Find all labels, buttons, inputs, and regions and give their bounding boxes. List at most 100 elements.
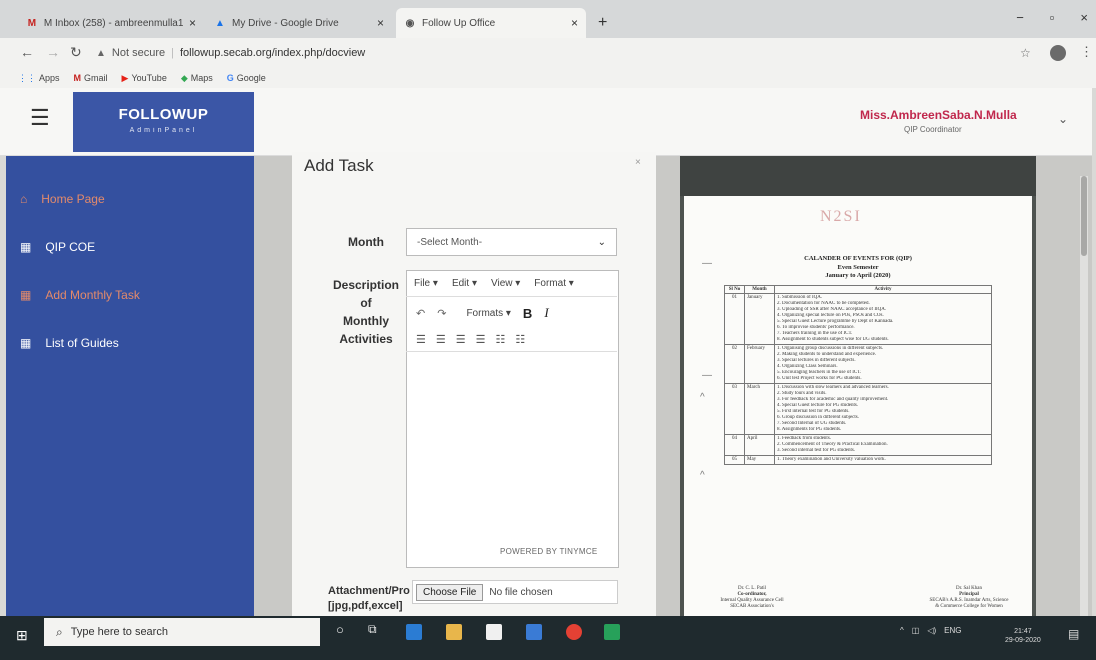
- sidebar-item-add-monthly-task[interactable]: ▦ Add Monthly Task: [20, 288, 140, 302]
- taskbar-search[interactable]: ⌕ Type here to search: [44, 618, 320, 646]
- activity-line: 6. Unit test Project works for PG studen…: [777, 376, 862, 381]
- editor-menu-file[interactable]: File ▾: [414, 278, 438, 289]
- user-name: Miss.AmbreenSaba.N.Mulla: [860, 108, 1017, 122]
- table-row: 04 April 1. Feedback from students. 2. Comm…: [724, 434, 992, 456]
- file-input[interactable]: Choose File No file chosen: [412, 580, 618, 604]
- gmail-icon: M: [27, 17, 37, 29]
- file-status: No file chosen: [489, 586, 553, 598]
- volume-icon[interactable]: ◁): [927, 626, 936, 635]
- bookmark-maps[interactable]: ◆ Maps: [181, 73, 213, 84]
- sidebar-item-label: List of Guides: [45, 336, 119, 350]
- notification-icon[interactable]: ▤: [1068, 627, 1079, 641]
- bookmark-apps[interactable]: ⋮⋮ Apps: [18, 73, 60, 84]
- forward-arrow-icon[interactable]: →: [46, 44, 60, 60]
- search-icon: ⌕: [56, 624, 63, 639]
- align-justify-icon[interactable]: ☰: [476, 333, 486, 346]
- table-row: 03 March 1. Discussion with slow learners …: [724, 383, 992, 435]
- close-tab-icon[interactable]: ×: [377, 16, 384, 30]
- formats-dropdown[interactable]: Formats ▾: [466, 308, 510, 319]
- month-select-value: -Select Month-: [417, 236, 483, 248]
- bookmark-gmail[interactable]: M Gmail: [74, 73, 108, 83]
- description-label: Description of Monthly Activities: [332, 278, 399, 346]
- editor-toolbar: ↶ ↷ Formats ▾ B I: [406, 300, 617, 326]
- undo-icon[interactable]: ↶: [416, 307, 425, 320]
- language-indicator[interactable]: ENG: [944, 626, 961, 635]
- chevron-down-icon[interactable]: ⌄: [1058, 112, 1068, 126]
- grid-icon: ▦: [20, 240, 32, 254]
- sidebar-item-label: Add Monthly Task: [45, 288, 140, 302]
- store-icon[interactable]: [486, 624, 502, 640]
- logo-subtitle: AdminPanel: [129, 127, 198, 134]
- bookmark-google[interactable]: G Google: [227, 73, 266, 83]
- maximize-icon[interactable]: ▫: [1050, 10, 1055, 25]
- back-arrow-icon[interactable]: ←: [20, 44, 34, 60]
- row-month: May: [744, 455, 775, 465]
- tab-drive[interactable]: ▲ My Drive - Google Drive ×: [206, 8, 392, 38]
- tab-gmail[interactable]: M M Inbox (258) - ambreenmulla11(0) ×: [18, 8, 204, 38]
- minimize-icon[interactable]: −: [1016, 10, 1024, 25]
- activity-line: 1. Theory examination and University val…: [777, 457, 886, 462]
- activity-line: 8. Assignment to students subject wise f…: [777, 337, 889, 342]
- apps-grid-icon: ⋮⋮: [18, 72, 36, 83]
- edge-icon[interactable]: [406, 624, 422, 640]
- sidebar-item-list-of-guides[interactable]: ▦ List of Guides: [20, 336, 119, 350]
- system-tray: ^ ◫ ◁) ENG: [900, 626, 962, 635]
- italic-button[interactable]: I: [544, 305, 548, 321]
- editor-menu-format[interactable]: Format ▾: [534, 278, 573, 289]
- close-window-icon[interactable]: ×: [1080, 10, 1088, 25]
- align-right-icon[interactable]: ☰: [456, 333, 466, 346]
- file-explorer-icon[interactable]: [446, 624, 462, 640]
- close-tab-icon[interactable]: ×: [189, 16, 196, 30]
- align-center-icon[interactable]: ☰: [436, 333, 446, 346]
- app-logo[interactable]: FOLLOWUP AdminPanel: [73, 92, 254, 152]
- bookmark-star-icon[interactable]: ☆: [1020, 46, 1031, 60]
- drive-app-icon[interactable]: [604, 624, 620, 640]
- network-icon[interactable]: ◫: [912, 626, 920, 635]
- hamburger-menu-icon[interactable]: ☰: [30, 105, 50, 131]
- mail-icon[interactable]: [526, 624, 542, 640]
- url-text: followup.secab.org/index.php/docview: [179, 47, 366, 59]
- tab-follow-up-office[interactable]: ◉ Follow Up Office ×: [396, 8, 586, 38]
- row-number: 01: [724, 293, 745, 345]
- user-profile[interactable]: Miss.AmbreenSaba.N.Mulla QIP Coordinator: [860, 108, 1017, 134]
- search-placeholder: Type here to search: [70, 626, 168, 638]
- reload-icon[interactable]: ↻: [70, 44, 82, 61]
- browser-menu-icon[interactable]: ⋮: [1080, 44, 1093, 60]
- scrollbar-thumb[interactable]: [1081, 176, 1087, 256]
- month-select[interactable]: -Select Month- ⌄: [406, 228, 617, 256]
- task-view-icon[interactable]: ⧉: [368, 622, 377, 637]
- editor-menu-view[interactable]: View ▾: [491, 278, 520, 289]
- tray-chevron-icon[interactable]: ^: [900, 626, 904, 635]
- close-tab-icon[interactable]: ×: [571, 16, 578, 30]
- choose-file-button[interactable]: Choose File: [416, 583, 484, 601]
- profile-avatar[interactable]: [1050, 45, 1066, 61]
- numbered-list-icon[interactable]: ☷: [515, 333, 525, 346]
- cortana-icon[interactable]: ○: [336, 622, 344, 637]
- chrome-icon[interactable]: [566, 624, 582, 640]
- globe-icon: ◉: [405, 17, 415, 29]
- bold-button[interactable]: B: [523, 306, 532, 321]
- row-number: 03: [724, 383, 745, 435]
- attachment-label: Attachment/Pro [jpg,pdf,excel]: [328, 585, 410, 612]
- bullet-list-icon[interactable]: ☷: [496, 333, 506, 346]
- bookmark-youtube[interactable]: ▶ YouTube: [122, 73, 167, 84]
- logo-title: FOLLOWUP: [118, 106, 209, 123]
- sidebar-item-home[interactable]: ⌂ Home Page: [20, 192, 105, 206]
- new-tab-button[interactable]: +: [598, 14, 607, 32]
- google-icon: G: [226, 73, 234, 83]
- activity-line: 8. Assignments for PG students.: [777, 427, 842, 432]
- editor-menu-edit[interactable]: Edit ▾: [452, 278, 477, 289]
- tab-label: M Inbox (258) - ambreenmulla11(0): [43, 17, 183, 29]
- row-month: February: [744, 344, 775, 384]
- windows-start-icon[interactable]: ⊞: [16, 627, 28, 644]
- month-label: Month: [348, 235, 384, 249]
- tab-label: Follow Up Office: [422, 17, 496, 29]
- taskbar-clock[interactable]: 21:47 29-09-2020: [1005, 627, 1041, 645]
- redo-icon[interactable]: ↷: [437, 307, 446, 320]
- sidebar-item-qip-coe[interactable]: ▦ QIP COE: [20, 240, 95, 254]
- row-activities: 1. Discussion with slow learners and adv…: [774, 383, 992, 435]
- align-left-icon[interactable]: ☰: [416, 333, 426, 346]
- close-icon[interactable]: ×: [635, 157, 641, 168]
- address-bar[interactable]: ▲ Not secure | followup.secab.org/index.…: [96, 42, 1016, 64]
- sidebar: [6, 156, 254, 616]
